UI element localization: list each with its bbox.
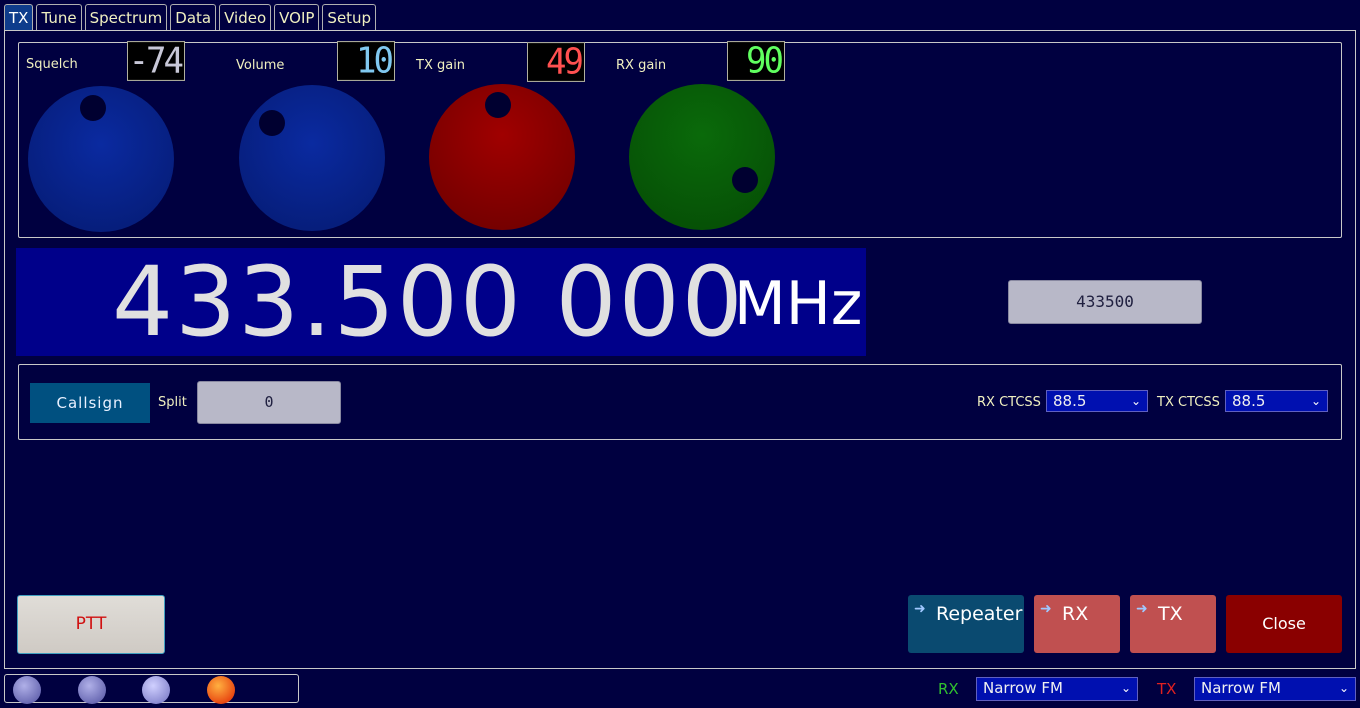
split-label: Split — [158, 395, 187, 410]
tab-voip[interactable]: VOIP — [274, 4, 320, 30]
rx-ctcss-value: 88.5 — [1053, 392, 1087, 410]
tx-ctcss-value: 88.5 — [1232, 392, 1266, 410]
knob-indicator-dot — [732, 167, 758, 193]
arrow-right-icon: ➜ — [1136, 601, 1148, 617]
footer-rx-label: RX — [938, 680, 959, 698]
tx-gain-knob[interactable] — [429, 84, 575, 230]
volume-knob[interactable] — [239, 85, 385, 231]
status-light-2 — [78, 676, 106, 704]
repeater-label: Repeater — [936, 603, 1023, 625]
tab-spectrum[interactable]: Spectrum — [84, 4, 168, 30]
divider — [116, 702, 140, 703]
knob-indicator-dot — [259, 110, 285, 136]
tx-mode-value: Narrow FM — [1201, 679, 1281, 697]
volume-lcd: 10 — [337, 41, 395, 81]
squelch-lcd: -74 — [127, 41, 185, 81]
divider — [245, 702, 293, 703]
volume-label: Volume — [236, 58, 285, 73]
rx-gain-lcd: 90 — [727, 41, 785, 81]
knob-indicator-dot — [485, 92, 511, 118]
frequency-entry-field[interactable]: 433500 — [1008, 280, 1202, 324]
ptt-button[interactable]: PTT — [17, 595, 165, 654]
status-light-3 — [142, 676, 170, 704]
tx-mode-select[interactable]: Narrow FM ⌄ — [1194, 677, 1356, 701]
tab-data[interactable]: Data — [170, 4, 217, 30]
rx-button[interactable]: ➜ RX — [1034, 595, 1120, 653]
divider — [180, 702, 204, 703]
rx-gain-label: RX gain — [616, 58, 667, 73]
chevron-down-icon: ⌄ — [1310, 394, 1321, 408]
frequency-display[interactable]: 433.500 000 MHz — [16, 248, 866, 356]
chevron-down-icon: ⌄ — [1338, 681, 1349, 695]
close-button[interactable]: Close — [1226, 595, 1342, 653]
status-lights — [4, 674, 299, 704]
tab-tx[interactable]: TX — [4, 4, 34, 30]
tx-button[interactable]: ➜ TX — [1130, 595, 1216, 653]
arrow-right-icon: ➜ — [1040, 601, 1052, 617]
knob-indicator-dot — [80, 95, 106, 121]
rx-mode-value: Narrow FM — [983, 679, 1063, 697]
rx-label: RX — [1062, 603, 1089, 625]
tab-setup[interactable]: Setup — [322, 4, 377, 30]
tx-ctcss-label: TX CTCSS — [1157, 395, 1220, 410]
rx-ctcss-label: RX CTCSS — [977, 395, 1041, 410]
arrow-right-icon: ➜ — [914, 601, 926, 617]
callsign-button[interactable]: Callsign — [30, 383, 150, 423]
rx-mode-select[interactable]: Narrow FM ⌄ — [976, 677, 1138, 701]
tx-ctcss-select[interactable]: 88.5 ⌄ — [1225, 390, 1328, 412]
frequency-unit: MHz — [734, 269, 863, 339]
squelch-label: Squelch — [26, 57, 78, 72]
tab-bar: TX Tune Spectrum Data Video VOIP Setup — [4, 4, 377, 30]
tx-label: TX — [1158, 603, 1183, 625]
status-light-4 — [207, 676, 235, 704]
footer-tx-label: TX — [1157, 680, 1177, 698]
tx-gain-label: TX gain — [416, 58, 466, 73]
divider — [51, 702, 75, 703]
frequency-digits[interactable]: 433.500 000 — [112, 250, 745, 354]
rx-gain-knob[interactable] — [629, 84, 775, 230]
split-field[interactable]: 0 — [197, 381, 341, 424]
repeater-button[interactable]: ➜ Repeater — [908, 595, 1024, 653]
status-light-1 — [13, 676, 41, 704]
tx-gain-lcd: 49 — [527, 42, 585, 82]
tab-tune[interactable]: Tune — [36, 4, 82, 30]
rx-ctcss-select[interactable]: 88.5 ⌄ — [1046, 390, 1148, 412]
chevron-down-icon: ⌄ — [1130, 394, 1141, 408]
tab-video[interactable]: Video — [219, 4, 272, 30]
chevron-down-icon: ⌄ — [1120, 681, 1131, 695]
squelch-knob[interactable] — [28, 86, 174, 232]
